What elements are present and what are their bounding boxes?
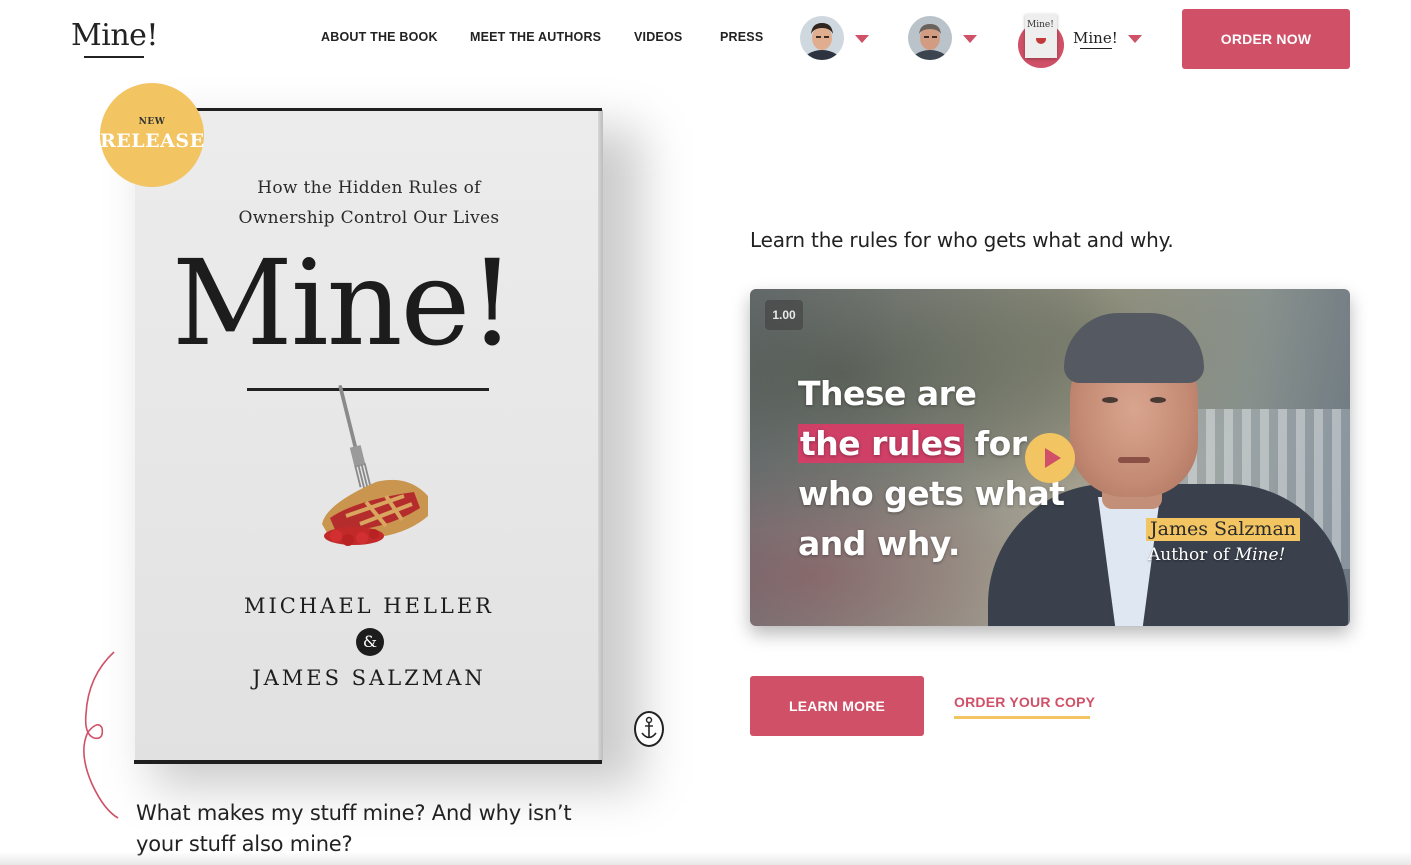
nav-about-the-book[interactable]: ABOUT THE BOOK [321,30,438,44]
book-author-2: JAMES SALZMAN [252,666,486,690]
author-photo-salzman [908,16,952,60]
book-top-edge [134,108,602,111]
book-switcher-underline [1080,48,1112,49]
decorative-squiggle [83,651,119,819]
video-speaker-mouth [1118,457,1150,463]
video-headline-line-3: who gets what [798,474,1065,513]
play-button[interactable] [1025,433,1075,483]
book-title: Mine! [172,234,516,372]
video-headline-line-2: for [963,424,1027,463]
playback-speed-badge[interactable]: 1.00 [765,300,803,330]
anchor-icon [641,716,657,739]
new-release-badge: NEW RELEASE [100,83,204,187]
video-speaker-role: Author of Mine! [1148,545,1285,565]
site-logo[interactable]: Mine! [71,18,158,53]
book-dropdown-caret[interactable] [1128,35,1142,43]
order-your-copy-underline [954,716,1090,719]
book-bottom-edge [134,760,602,764]
video-speaker-role-book: Mine! [1234,545,1286,565]
badge-release-label: RELEASE [100,130,205,152]
video-headline-line-1: These are [798,374,977,413]
nav-press[interactable]: PRESS [720,30,763,44]
hero-lead: Learn the rules for who gets what and wh… [750,228,1174,252]
logo-underline [84,56,144,58]
author-avatar-heller[interactable] [800,16,844,60]
nav-videos[interactable]: VIDEOS [634,30,682,44]
video-speaker-eye-left [1102,397,1118,403]
book-subtitle-line-2: Ownership Control Our Lives [238,208,500,228]
learn-more-button[interactable]: LEARN MORE [750,676,924,736]
video-headline-line-4: and why. [798,524,960,563]
tagline-question: What makes my stuff mine? And why isn’t … [136,801,572,856]
video-player[interactable]: 1.00 These are the rules for who gets wh… [750,289,1350,626]
video-headline-highlight: the rules [798,424,964,463]
author-dropdown-caret-1[interactable] [855,35,869,43]
author-avatar-salzman[interactable] [908,16,952,60]
order-now-button[interactable]: ORDER NOW [1182,9,1350,69]
book-thumbnail-pie [1036,38,1046,44]
author-dropdown-caret-2[interactable] [963,35,977,43]
nav-meet-the-authors[interactable]: MEET THE AUTHORS [470,30,601,44]
book-switcher-label[interactable]: Mine! [1073,29,1118,47]
video-speaker-eye-right [1150,397,1166,403]
badge-new-label: NEW [138,117,166,127]
pie-slice-icon [322,479,428,546]
video-speaker-role-prefix: Author of [1148,545,1235,565]
video-speaker-name: James Salzman [1146,518,1301,541]
book-subtitle-line-1: How the Hidden Rules of [257,178,481,198]
author-photo-heller [800,16,844,60]
book-author-1: MICHAEL HELLER [244,594,494,618]
bottom-fade [0,852,1411,865]
order-your-copy-link[interactable]: ORDER YOUR COPY [954,694,1095,710]
book-ampersand: & [356,628,384,656]
book-thumbnail[interactable]: Mine! [1025,14,1057,58]
book-thumbnail-title: Mine! [1027,20,1054,30]
play-icon [1045,448,1061,468]
